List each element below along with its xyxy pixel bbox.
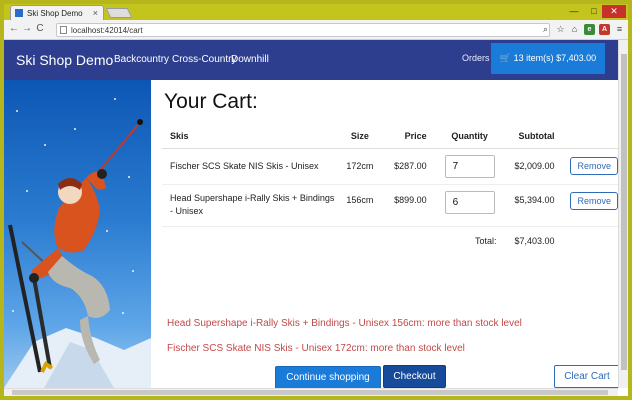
item-quantity-cell bbox=[434, 148, 505, 185]
table-row: Fischer SCS Skate NIS Skis - Unisex 172c… bbox=[162, 148, 618, 185]
quantity-input[interactable] bbox=[444, 190, 495, 214]
stock-warning: Head Supershape i-Rally Skis + Bindings … bbox=[167, 318, 522, 329]
maximize-button[interactable]: □ bbox=[584, 5, 604, 18]
total-spacer bbox=[337, 226, 383, 256]
cart-table: Skis Size Price Quantity Subtotal Fische… bbox=[162, 124, 618, 256]
item-size: 172cm bbox=[336, 148, 383, 185]
orders-link[interactable]: Orders bbox=[462, 53, 490, 63]
horizontal-scrollbar[interactable] bbox=[4, 388, 618, 396]
total-spacer bbox=[383, 226, 435, 256]
skier-illustration bbox=[4, 119, 151, 388]
total-value: $7,403.00 bbox=[514, 236, 555, 247]
total-label: Total: bbox=[475, 236, 497, 247]
skier-photo bbox=[4, 80, 151, 388]
total-spacer bbox=[562, 226, 618, 256]
forward-button[interactable]: → bbox=[21, 23, 33, 34]
tab-title: Ski Shop Demo bbox=[27, 9, 83, 18]
new-tab-button[interactable] bbox=[105, 8, 133, 18]
star-icon[interactable]: ☆ bbox=[555, 24, 566, 35]
quantity-input[interactable] bbox=[444, 154, 495, 178]
item-actions: Remove bbox=[562, 148, 618, 185]
total-row: Total: $7,403.00 bbox=[162, 226, 618, 256]
menu-icon[interactable]: ≡ bbox=[614, 24, 625, 35]
back-button[interactable]: ← bbox=[8, 23, 20, 34]
item-size: 156cm bbox=[336, 184, 383, 227]
item-name: Head Supershape i-Rally Skis + Bindings … bbox=[162, 184, 337, 227]
page-viewport: Ski Shop Demo Backcountry Cross-Country … bbox=[4, 40, 628, 396]
site-navbar: Ski Shop Demo Backcountry Cross-Country … bbox=[4, 40, 618, 80]
cart-summary-button[interactable]: 🛒 13 item(s) $7,403.00 bbox=[491, 43, 605, 74]
minimize-button[interactable]: — bbox=[564, 5, 584, 18]
pdf-extension-icon[interactable]: A bbox=[599, 24, 610, 35]
vertical-scroll-thumb[interactable] bbox=[621, 54, 627, 370]
browser-window: Ski Shop Demo × — □ ✕ ← → C localhost:42… bbox=[4, 4, 628, 396]
page-icon bbox=[60, 26, 67, 34]
col-header-subtotal: Subtotal bbox=[504, 124, 563, 149]
browser-toolbar: ← → C localhost:42014/cart ⌕ ☆ ⌂ e A ≡ bbox=[4, 20, 628, 40]
tab-strip: Ski Shop Demo × — □ ✕ bbox=[4, 4, 628, 20]
reload-button[interactable]: C bbox=[34, 23, 46, 34]
item-price: $287.00 bbox=[382, 148, 435, 185]
col-header-skis: Skis bbox=[162, 124, 337, 149]
total-spacer bbox=[162, 226, 337, 256]
col-header-size: Size bbox=[336, 124, 383, 149]
item-subtotal: $5,394.00 bbox=[504, 184, 563, 227]
window-close-button[interactable]: ✕ bbox=[602, 5, 626, 18]
url-text: localhost:42014/cart bbox=[71, 26, 143, 35]
item-subtotal: $2,009.00 bbox=[504, 148, 563, 185]
nav-link-cross-country[interactable]: Cross-Country bbox=[172, 54, 236, 65]
item-actions: Remove bbox=[562, 184, 618, 227]
vertical-scrollbar[interactable] bbox=[618, 40, 628, 388]
horizontal-scroll-thumb[interactable] bbox=[12, 390, 608, 395]
home-icon[interactable]: ⌂ bbox=[569, 24, 580, 35]
item-name: Fischer SCS Skate NIS Skis - Unisex bbox=[162, 148, 337, 185]
page-title: Your Cart: bbox=[164, 90, 258, 113]
remove-button[interactable]: Remove bbox=[570, 157, 618, 175]
table-header-row: Skis Size Price Quantity Subtotal bbox=[162, 124, 618, 149]
brand-link[interactable]: Ski Shop Demo bbox=[16, 52, 113, 68]
item-price: $899.00 bbox=[382, 184, 435, 227]
nav-link-downhill[interactable]: Downhill bbox=[231, 54, 269, 65]
table-row: Head Supershape i-Rally Skis + Bindings … bbox=[162, 184, 618, 227]
nav-link-backcountry[interactable]: Backcountry bbox=[114, 54, 169, 65]
stock-warning: Fischer SCS Skate NIS Skis - Unisex 172c… bbox=[167, 343, 465, 354]
remove-button[interactable]: Remove bbox=[570, 191, 618, 210]
address-bar[interactable]: localhost:42014/cart bbox=[56, 23, 550, 37]
cart-content: Your Cart: Skis Size Price Quantity Subt… bbox=[160, 80, 620, 389]
browser-tab[interactable]: Ski Shop Demo × bbox=[10, 5, 104, 20]
cart-summary-text: 13 item(s) $7,403.00 bbox=[513, 53, 597, 63]
col-header-price: Price bbox=[382, 124, 435, 149]
clear-cart-button[interactable]: Clear Cart bbox=[554, 365, 620, 388]
continue-shopping-button[interactable]: Continue shopping bbox=[275, 366, 381, 389]
col-header-quantity: Quantity bbox=[434, 124, 505, 149]
col-header-actions bbox=[562, 124, 618, 149]
search-icon[interactable]: ⌕ bbox=[540, 24, 551, 35]
favicon-icon bbox=[15, 9, 23, 17]
extension-icon[interactable]: e bbox=[584, 24, 595, 35]
close-tab-icon[interactable]: × bbox=[93, 8, 98, 18]
item-quantity-cell bbox=[434, 184, 505, 227]
shopping-cart-icon: 🛒 bbox=[499, 53, 514, 63]
checkout-button[interactable]: Checkout bbox=[383, 365, 446, 388]
